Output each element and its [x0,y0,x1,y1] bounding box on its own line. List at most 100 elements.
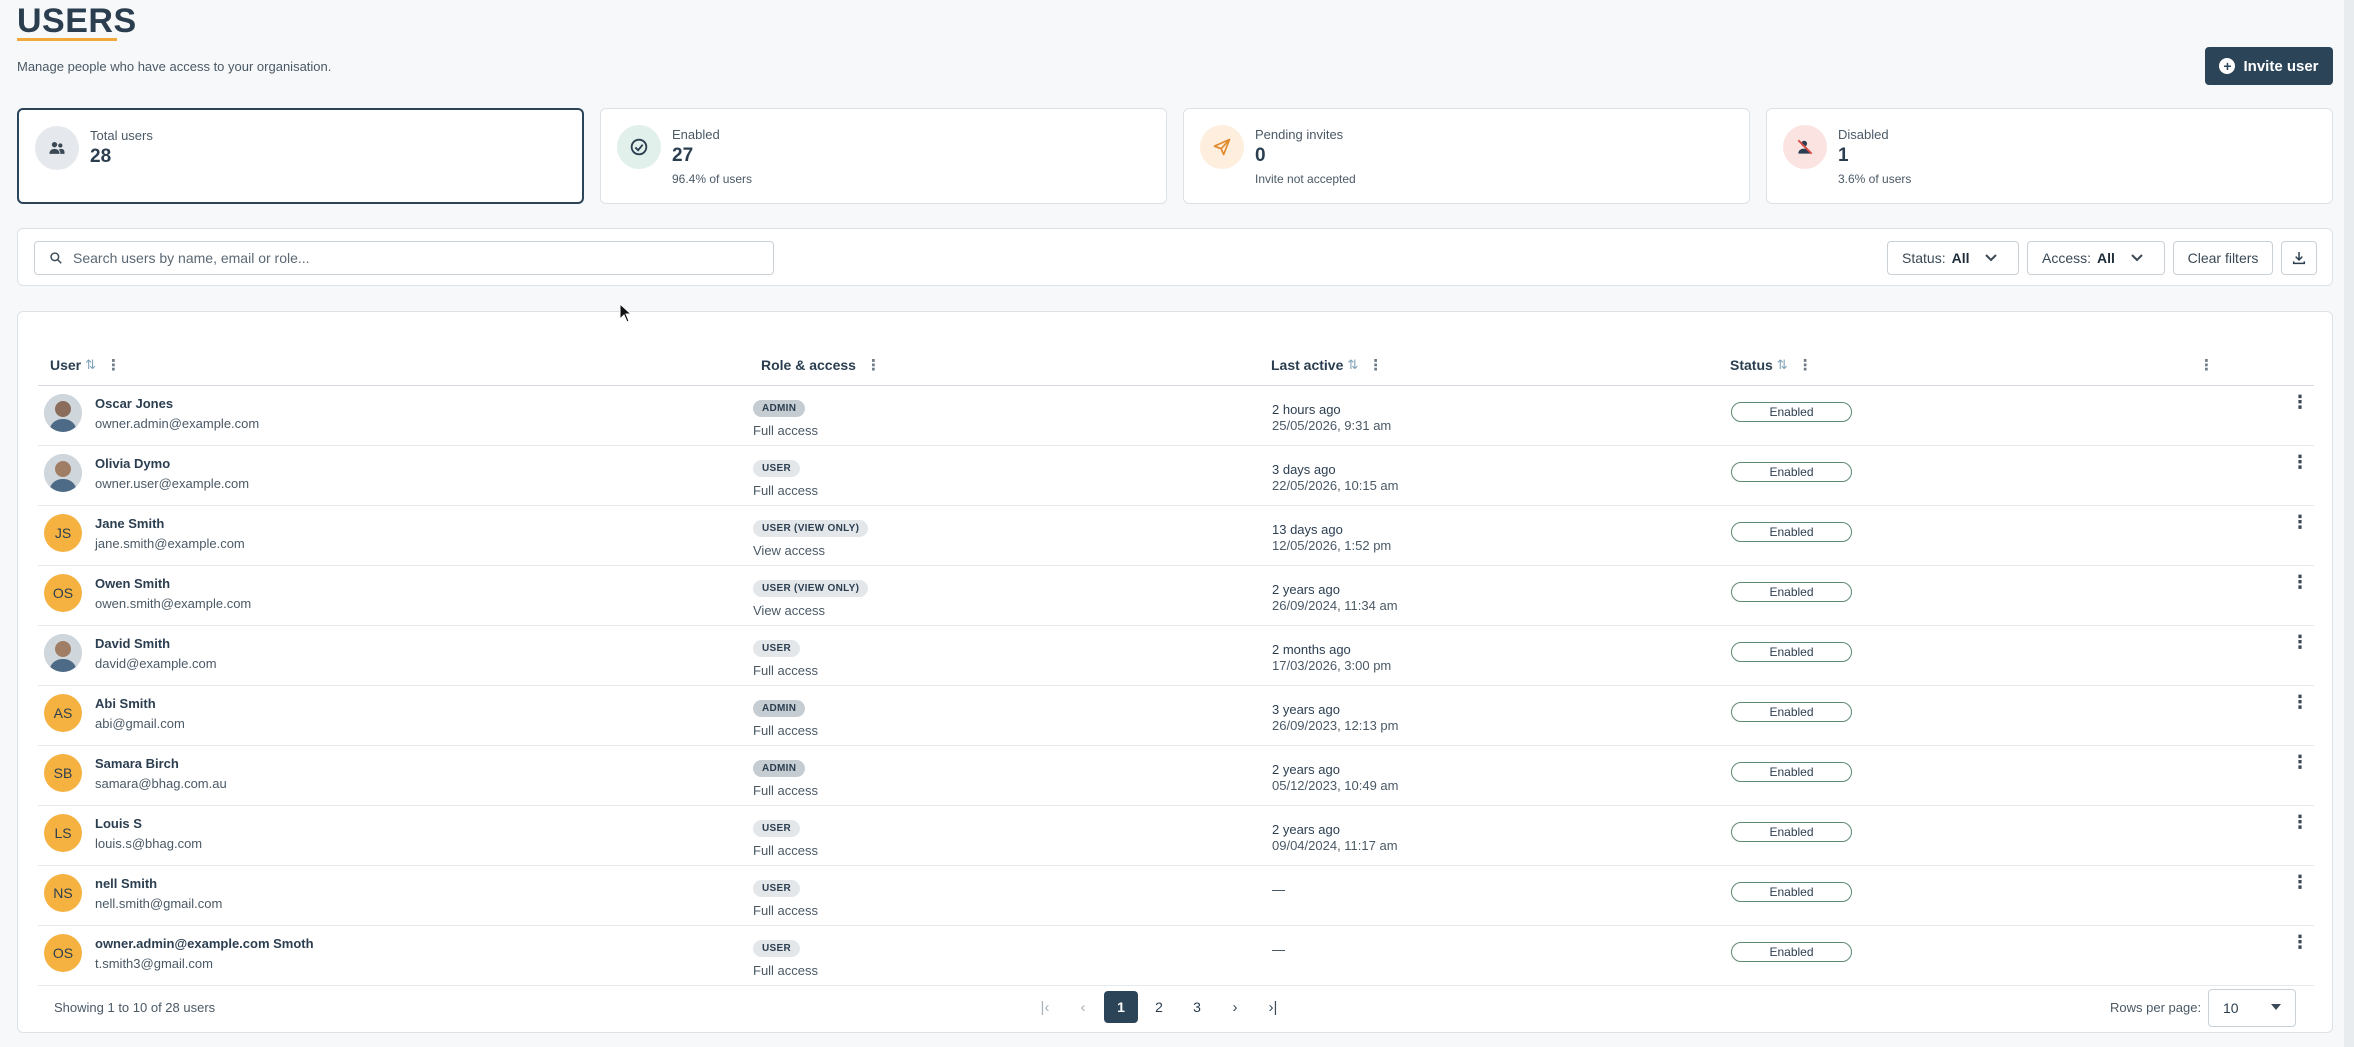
column-menu-icon[interactable]: ⋮ [1798,356,1813,374]
role-badge: USER [753,940,800,957]
avatar: SB [44,754,82,792]
page-2-button[interactable]: 2 [1142,991,1176,1023]
column-header-role[interactable]: Role & access ⋮ [761,356,881,374]
clear-filters-label: Clear filters [2187,250,2259,266]
sort-icon[interactable]: ⇅ [1347,357,1358,373]
stat-card-enabled[interactable]: Enabled 27 96.4% of users [600,108,1167,204]
chevron-down-icon [1985,251,1998,265]
table-row[interactable]: JS Jane Smith jane.smith@example.com USER (… [38,506,2314,566]
avatar: OS [44,574,82,612]
first-page-icon[interactable]: |‹ [1028,991,1062,1023]
column-menu-icon[interactable]: ⋮ [2199,356,2214,374]
status-badge: Enabled [1731,522,1852,542]
access-filter-value: All [2097,250,2115,266]
send-icon [1200,125,1244,169]
user-email: nell.smith@gmail.com [95,896,223,911]
table-row[interactable]: LS Louis S louis.s@bhag.com USER Full access… [38,806,2314,866]
sort-icon[interactable]: ⇅ [85,357,96,373]
column-menu-icon[interactable]: ⋮ [106,356,121,374]
table-row[interactable]: David Smith david@example.com USER Full acc… [38,626,2314,686]
prev-page-icon[interactable]: ‹ [1066,991,1100,1023]
table-row[interactable]: OS Owen Smith owen.smith@example.com USER (… [38,566,2314,626]
status-badge: Enabled [1731,882,1852,902]
column-header-last-active[interactable]: Last active ⇅ ⋮ [1271,356,1383,374]
access-filter-dropdown[interactable]: Access: All [2027,241,2165,275]
stat-sub: 96.4% of users [672,172,753,186]
sort-icon[interactable]: ⇅ [1777,357,1788,373]
access-filter-label: Access: [2042,250,2092,266]
column-menu-icon[interactable]: ⋮ [866,356,881,374]
avatar: JS [44,514,82,552]
access-level: Full access [753,723,819,738]
row-actions-icon[interactable]: ⋮ [2291,812,2309,833]
last-active-date: 22/05/2026, 10:15 am [1272,478,1399,493]
rows-per-page-label: Rows per page: [2110,1000,2202,1015]
pagination-summary: Showing 1 to 10 of 28 users [54,1000,216,1015]
table-header: User ⇅ ⋮ Role & access ⋮ Last active ⇅ ⋮… [38,338,2314,386]
column-label: Last active [1271,357,1344,373]
last-active-relative: 2 years ago [1272,762,1340,777]
access-level: Full access [753,843,819,858]
search-input[interactable] [73,250,753,266]
row-actions-icon[interactable]: ⋮ [2291,572,2309,593]
last-page-icon[interactable]: ›| [1256,991,1290,1023]
role-badge: USER (VIEW ONLY) [753,520,869,537]
table-row[interactable]: AS Abi Smith abi@gmail.com ADMIN Full access… [38,686,2314,746]
table-row[interactable]: NS nell Smith nell.smith@gmail.com USER Full… [38,866,2314,926]
status-badge: Enabled [1731,822,1852,842]
last-active-relative: 2 years ago [1272,582,1340,597]
table-row[interactable]: Olivia Dymo owner.user@example.com USER Ful… [38,446,2314,506]
stat-value: 28 [90,146,112,167]
stat-card-pending-invites[interactable]: Pending invites 0 Invite not accepted [1183,108,1750,204]
download-button[interactable] [2281,241,2317,275]
last-active-relative: 3 days ago [1272,462,1336,477]
stat-sub: 3.6% of users [1838,172,1912,186]
last-active-relative: 2 hours ago [1272,402,1341,417]
rows-per-page-select[interactable]: 10 [2208,989,2296,1027]
row-actions-icon[interactable]: ⋮ [2291,932,2309,953]
column-header-actions[interactable]: ⋮ [2193,356,2214,374]
column-header-user[interactable]: User ⇅ ⋮ [50,356,121,374]
chevron-down-icon [2131,251,2143,265]
row-actions-icon[interactable]: ⋮ [2291,692,2309,713]
table-row[interactable]: SB Samara Birch samara@bhag.com.au ADMIN Ful… [38,746,2314,806]
table-row[interactable]: OS owner.admin@example.com Smoth t.smith3@… [38,926,2314,986]
invite-user-label: Invite user [2243,57,2319,75]
last-active-date: 26/09/2024, 11:34 am [1272,598,1398,613]
avatar: LS [44,814,82,852]
page-3-button[interactable]: 3 [1180,991,1214,1023]
user-email: abi@gmail.com [95,716,185,731]
column-menu-icon[interactable]: ⋮ [1368,356,1383,374]
table-row[interactable]: Oscar Jones owner.admin@example.com ADMIN F… [38,386,2314,446]
next-page-icon[interactable]: › [1218,991,1252,1023]
stat-card-disabled[interactable]: Disabled 1 3.6% of users [1766,108,2333,204]
user-email: owen.smith@example.com [95,596,252,611]
last-active-relative: 2 months ago [1272,642,1351,657]
status-filter-dropdown[interactable]: Status: All [1887,241,2019,275]
stat-value: 27 [672,145,694,166]
last-active-date: 05/12/2023, 10:49 am [1272,778,1399,793]
search-box[interactable] [34,241,774,275]
row-actions-icon[interactable]: ⋮ [2291,872,2309,893]
user-name: Samara Birch [95,756,179,771]
column-header-status[interactable]: Status ⇅ ⋮ [1730,356,1813,374]
stat-card-total-users[interactable]: Total users 28 [17,108,584,204]
access-level: Full access [753,483,819,498]
stat-label: Pending invites [1255,127,1344,142]
row-actions-icon[interactable]: ⋮ [2291,752,2309,773]
clear-filters-button[interactable]: Clear filters [2173,241,2273,275]
stat-label: Total users [90,128,153,143]
last-active-relative: 2 years ago [1272,822,1340,837]
user-name: Owen Smith [95,576,171,591]
user-email: jane.smith@example.com [95,536,245,551]
page-1-button[interactable]: 1 [1104,991,1138,1023]
row-actions-icon[interactable]: ⋮ [2291,392,2309,413]
row-actions-icon[interactable]: ⋮ [2291,452,2309,473]
row-actions-icon[interactable]: ⋮ [2291,512,2309,533]
role-badge: ADMIN [753,400,806,417]
invite-user-button[interactable]: + Invite user [2205,47,2333,85]
user-name: Olivia Dymo [95,456,171,471]
user-name: owner.admin@example.com Smoth [95,936,314,951]
row-actions-icon[interactable]: ⋮ [2291,632,2309,653]
status-filter-label: Status: [1902,250,1946,266]
